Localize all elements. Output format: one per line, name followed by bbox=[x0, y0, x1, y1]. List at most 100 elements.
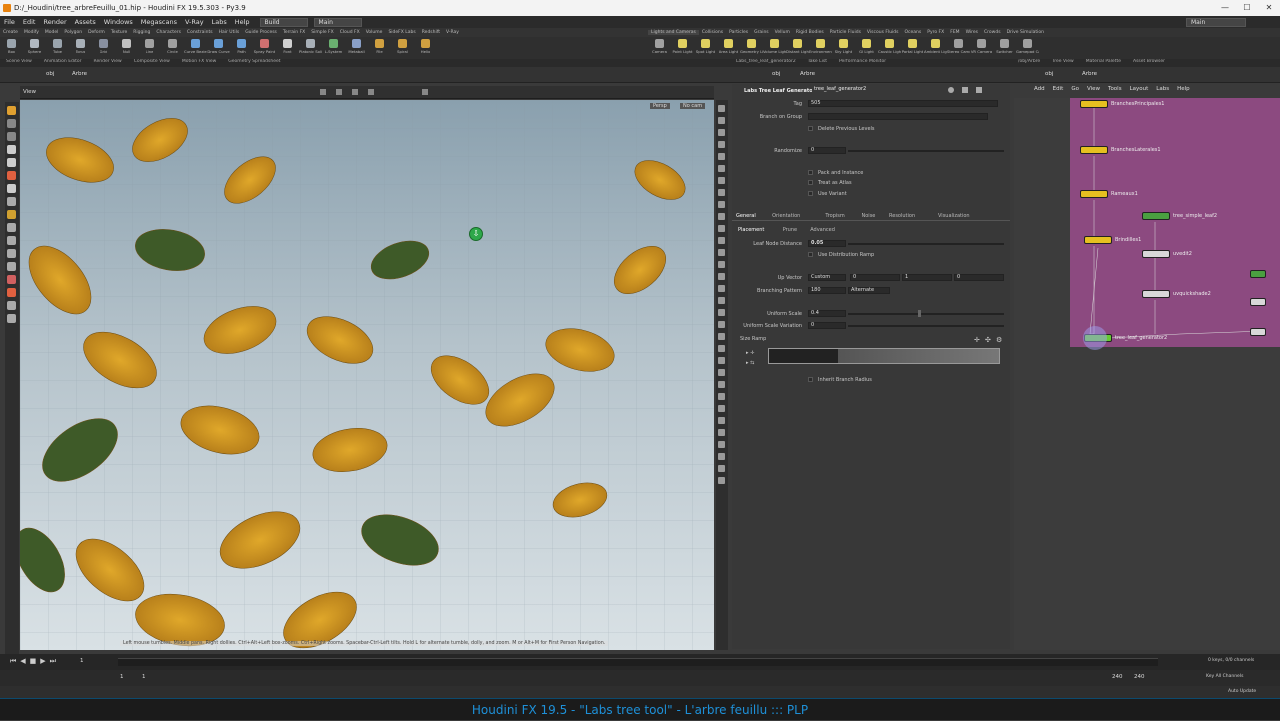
ramp-expand-icon[interactable]: ▸ ✛ bbox=[746, 350, 754, 356]
viewport-tool-icon[interactable] bbox=[7, 158, 16, 167]
use-distribution-ramp-checkbox[interactable] bbox=[808, 252, 813, 257]
display-option-icon[interactable] bbox=[718, 189, 725, 196]
network-menu-add[interactable]: Add bbox=[1030, 86, 1049, 96]
pane-tab-take-list[interactable]: Take List bbox=[802, 59, 833, 67]
network-menu-layout[interactable]: Layout bbox=[1126, 86, 1153, 96]
display-option-icon[interactable] bbox=[718, 225, 725, 232]
network-path-root[interactable]: obj bbox=[1045, 71, 1053, 77]
display-option-icon[interactable] bbox=[718, 477, 725, 484]
shelf-tab-guide-process[interactable]: Guide Process bbox=[242, 30, 280, 35]
branch-group-field[interactable] bbox=[808, 113, 988, 120]
shelf-tool-geometry-light[interactable]: Geometry Light bbox=[740, 37, 763, 59]
pane-tab-obj-arbre[interactable]: /obj/Arbre bbox=[1012, 59, 1046, 67]
shelf-tool-curve-bezier[interactable]: Curve Bezier bbox=[184, 37, 207, 59]
viewport-tool-icon[interactable] bbox=[7, 145, 16, 154]
display-option-icon[interactable] bbox=[718, 249, 725, 256]
param-tab-general[interactable]: General bbox=[736, 213, 756, 219]
ramp-gear-icon[interactable]: ⚙ bbox=[996, 336, 1002, 344]
menu-labs[interactable]: Labs bbox=[208, 18, 231, 26]
path-node-arbre[interactable]: Arbre bbox=[72, 71, 87, 77]
network-menu-go[interactable]: Go bbox=[1067, 86, 1083, 96]
shelf-tool-draw-curve[interactable]: Draw Curve bbox=[207, 37, 230, 59]
close-button[interactable]: ✕ bbox=[1258, 0, 1280, 16]
viewport-tool-icon[interactable] bbox=[7, 210, 16, 219]
uniform-scale-var-field[interactable]: 0 bbox=[808, 322, 846, 329]
path-root-obj[interactable]: obj bbox=[46, 71, 54, 77]
params-path-root[interactable]: obj bbox=[772, 71, 780, 77]
display-option-icon[interactable] bbox=[718, 261, 725, 268]
display-option-icon[interactable] bbox=[718, 273, 725, 280]
pane-tab-geometry-spreadsheet[interactable]: Geometry Spreadsheet bbox=[222, 59, 286, 67]
transform-icon[interactable] bbox=[368, 89, 374, 95]
shelf-tool-spot-light[interactable]: Spot Light bbox=[694, 37, 717, 59]
up-vector-mode[interactable]: Custom bbox=[808, 274, 846, 281]
display-option-icon[interactable] bbox=[718, 453, 725, 460]
randomize-slider[interactable] bbox=[848, 150, 1004, 152]
viewport-tool-icon[interactable] bbox=[7, 223, 16, 232]
shelf-tab-crowds[interactable]: Crowds bbox=[981, 30, 1004, 35]
viewport-tool-icon[interactable] bbox=[7, 197, 16, 206]
shelf-tool-null[interactable]: Null bbox=[115, 37, 138, 59]
param-tab-visualization[interactable]: Visualization bbox=[938, 213, 970, 219]
shelf-tool-spray-paint[interactable]: Spray Paint bbox=[253, 37, 276, 59]
gear-icon[interactable] bbox=[948, 87, 954, 93]
shelf-tab-texture[interactable]: Texture bbox=[108, 30, 130, 35]
ramp-collapse-icon[interactable]: ▸ ⇆ bbox=[746, 360, 754, 366]
delete-prev-checkbox[interactable] bbox=[808, 126, 813, 131]
shelf-tool-torus[interactable]: Torus bbox=[69, 37, 92, 59]
shelf-tool-environment-light[interactable]: Environment Light bbox=[809, 37, 832, 59]
shelf-tab-terrain-fx[interactable]: Terrain FX bbox=[280, 30, 308, 35]
shelf-tab-characters[interactable]: Characters bbox=[153, 30, 184, 35]
display-option-icon[interactable] bbox=[718, 153, 725, 160]
shelf-tab-lights-and-cameras[interactable]: Lights and Cameras bbox=[648, 30, 699, 35]
shelf-tool-caustic-light[interactable]: Caustic Light bbox=[878, 37, 901, 59]
display-option-icon[interactable] bbox=[718, 465, 725, 472]
uniform-scale-knob[interactable] bbox=[918, 310, 922, 317]
shelf-tool-path[interactable]: Path bbox=[230, 37, 253, 59]
display-option-icon[interactable] bbox=[718, 309, 725, 316]
shelf-tab-hair-utils[interactable]: Hair Utils bbox=[216, 30, 243, 35]
up-vector-z[interactable]: 0 bbox=[954, 274, 1004, 281]
network-menu-view[interactable]: View bbox=[1083, 86, 1104, 96]
inherit-branch-radius-checkbox[interactable] bbox=[808, 377, 813, 382]
persp-camera-menu[interactable]: Persp bbox=[650, 103, 670, 109]
pane-tab-material-palette[interactable]: Material Palette bbox=[1080, 59, 1127, 67]
display-option-icon[interactable] bbox=[718, 417, 725, 424]
network-menu-edit[interactable]: Edit bbox=[1049, 86, 1068, 96]
display-option-icon[interactable] bbox=[718, 333, 725, 340]
ramp-add-icon[interactable]: ✛ bbox=[974, 336, 980, 344]
shelf-tab-vellum[interactable]: Vellum bbox=[772, 30, 793, 35]
viewport-tool-icon[interactable] bbox=[7, 301, 16, 310]
viewport-tool-icon[interactable] bbox=[7, 275, 16, 284]
display-option-icon[interactable] bbox=[718, 129, 725, 136]
randomize-field[interactable]: 0 bbox=[808, 147, 846, 154]
viewport-tool-icon[interactable] bbox=[7, 171, 16, 180]
shelf-tab-cloud-fx[interactable]: Cloud FX bbox=[337, 30, 363, 35]
branching-value[interactable]: 180 bbox=[808, 287, 846, 294]
pane-tab-render-view[interactable]: Render View bbox=[88, 59, 128, 67]
shelf-tool-l-system[interactable]: L-System bbox=[322, 37, 345, 59]
menu-edit[interactable]: Edit bbox=[19, 18, 40, 26]
network-subnet-box[interactable]: BranchesPrincipales1 BranchesLaterales1 Ra… bbox=[1070, 98, 1280, 350]
range-end-a[interactable]: 240 bbox=[1112, 674, 1123, 680]
shelf-tab-polygon[interactable]: Polygon bbox=[61, 30, 85, 35]
network-node-uvquickshade2[interactable] bbox=[1142, 290, 1170, 298]
pane-tab-composite-view[interactable]: Composite View bbox=[128, 59, 176, 67]
param-tab-tropism[interactable]: Tropism bbox=[825, 213, 844, 219]
select-icon[interactable] bbox=[352, 89, 358, 95]
uniform-scale-slider[interactable] bbox=[848, 313, 1004, 315]
handle-icon[interactable] bbox=[336, 89, 342, 95]
shelf-tab-fem[interactable]: FEM bbox=[947, 30, 962, 35]
param-subtab-advanced[interactable]: Advanced bbox=[810, 227, 835, 233]
display-option-icon[interactable] bbox=[718, 429, 725, 436]
viewport-tool-icon[interactable] bbox=[7, 106, 16, 115]
shelf-tab-v-ray[interactable]: V-Ray bbox=[443, 30, 462, 35]
shelf-set-dropdown[interactable]: Main bbox=[313, 17, 362, 27]
pane-tab-tree-view[interactable]: Tree View bbox=[1046, 59, 1080, 67]
display-option-icon[interactable] bbox=[718, 141, 725, 148]
display-option-icon[interactable] bbox=[718, 297, 725, 304]
ramp-move-icon[interactable]: ✣ bbox=[985, 336, 991, 344]
current-frame[interactable]: 1 bbox=[80, 658, 84, 664]
menu-megascans[interactable]: Megascans bbox=[137, 18, 181, 26]
menu-vray[interactable]: V-Ray bbox=[181, 18, 208, 26]
